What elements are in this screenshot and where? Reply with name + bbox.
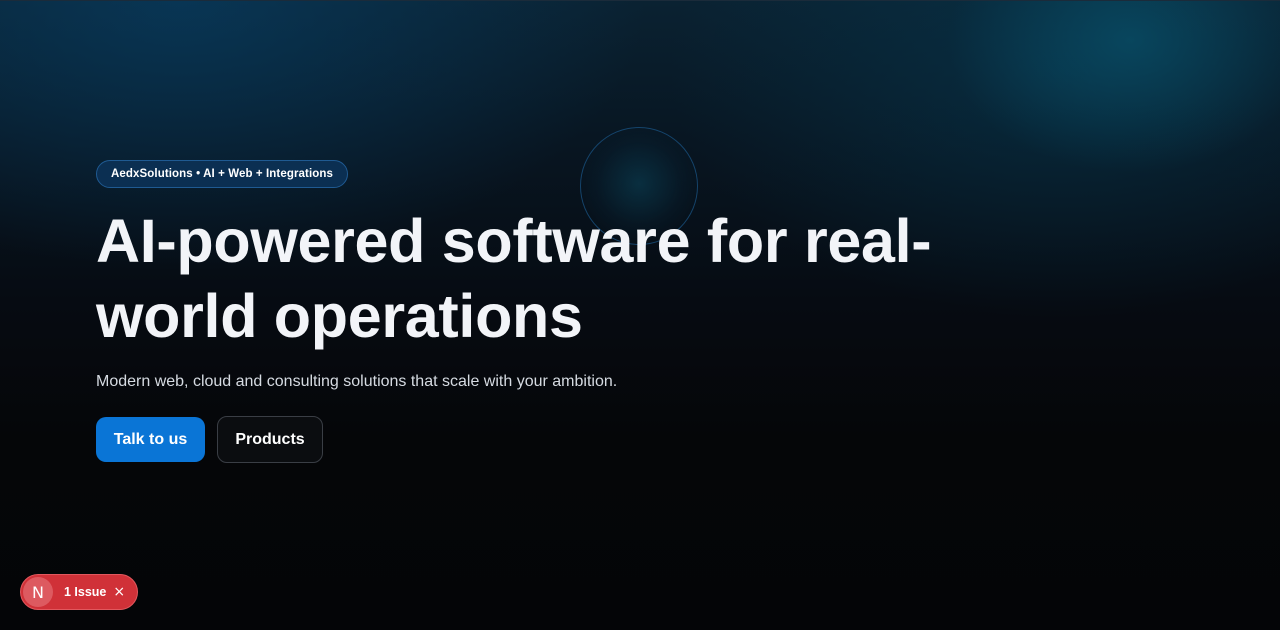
hero-section: AedxSolutions • AI + Web + Integrations … (0, 0, 1280, 630)
top-divider (0, 0, 1280, 1)
dev-issues-badge[interactable]: N 1 Issue × (20, 574, 138, 610)
hero-headline: AI-powered software for real- world oper… (96, 204, 996, 354)
issues-count-label[interactable]: 1 Issue (64, 585, 106, 599)
headline-line-2: world operations (96, 282, 583, 350)
hero-actions: Talk to us Products (96, 416, 996, 463)
hero-content: AedxSolutions • AI + Web + Integrations … (96, 160, 996, 463)
products-button[interactable]: Products (217, 416, 323, 463)
close-icon[interactable]: × (113, 585, 125, 599)
headline-line-1: AI-powered software for real- (96, 207, 932, 275)
hero-subtitle: Modern web, cloud and consulting solutio… (96, 373, 618, 390)
nextjs-n-icon[interactable]: N (23, 577, 53, 607)
talk-to-us-button[interactable]: Talk to us (96, 417, 205, 462)
hero-badge: AedxSolutions • AI + Web + Integrations (96, 160, 348, 188)
